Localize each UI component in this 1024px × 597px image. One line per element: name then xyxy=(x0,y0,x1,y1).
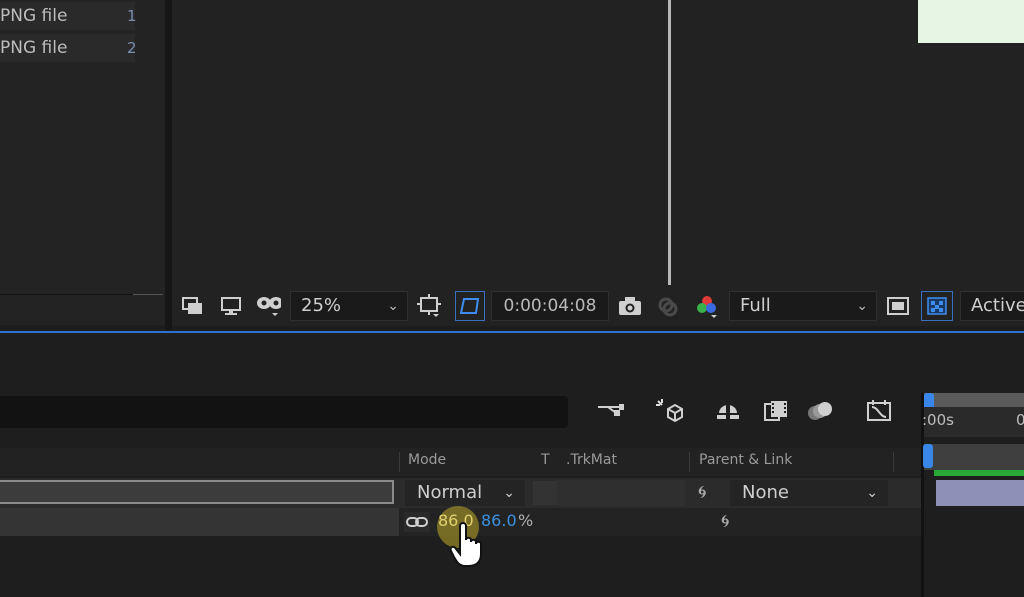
comp-flowchart-icon[interactable] xyxy=(593,396,627,426)
composition-layer-preview xyxy=(918,0,1024,43)
link-icon[interactable] xyxy=(404,512,430,532)
resolution-dropdown[interactable]: Full ⌄ xyxy=(729,291,877,321)
chevron-down-icon: ⌄ xyxy=(387,298,399,314)
time-navigator[interactable] xyxy=(924,393,1024,407)
project-item-type: PNG file xyxy=(0,6,68,26)
project-item-number: 2 xyxy=(127,39,137,57)
transparency-grid-icon[interactable] xyxy=(921,291,953,321)
snapshot-icon[interactable] xyxy=(617,293,643,319)
pickwhip-icon[interactable]: 🌀︎ xyxy=(698,482,706,503)
blend-mode-dropdown[interactable]: Normal ⌄ xyxy=(405,480,525,506)
track-matte-field[interactable] xyxy=(557,480,685,506)
composition-frame-edge xyxy=(668,0,671,285)
fast-preview-icon[interactable] xyxy=(885,293,911,319)
project-panel: PNG file 1 PNG file 2 xyxy=(0,0,165,325)
parent-value: None xyxy=(742,482,789,503)
magnification-value: 25% xyxy=(301,295,342,316)
ruler-time-label: 0 xyxy=(1016,411,1024,429)
project-item[interactable]: PNG file 1 xyxy=(0,2,137,30)
ruler-time-label: :00s xyxy=(922,411,954,429)
project-item-type: PNG file xyxy=(0,38,68,58)
graph-editor-icon[interactable] xyxy=(862,396,896,426)
blend-mode-value: Normal xyxy=(417,482,483,503)
column-divider[interactable] xyxy=(399,452,400,472)
layer-duration-bar[interactable] xyxy=(936,480,1024,506)
current-time-display[interactable]: 0:00:04:08 xyxy=(491,291,609,321)
scale-unit: % xyxy=(518,511,534,530)
parent-dropdown[interactable]: None ⌄ xyxy=(730,480,888,506)
motion-blur-icon[interactable] xyxy=(803,396,837,426)
resolution-value: Full xyxy=(740,295,771,316)
work-area-bar[interactable] xyxy=(924,444,1024,470)
pickwhip-icon[interactable]: 🌀︎ xyxy=(721,511,729,532)
channel-icon[interactable] xyxy=(694,293,720,319)
monitor-icon[interactable] xyxy=(218,293,244,319)
column-header-trkmat[interactable]: .TrkMat xyxy=(566,452,617,468)
show-snapshot-icon[interactable] xyxy=(655,293,681,319)
frame-blending-icon[interactable] xyxy=(759,396,793,426)
column-header-t[interactable]: T xyxy=(541,452,550,468)
preserve-transparency-toggle[interactable] xyxy=(533,481,557,505)
property-name-area[interactable] xyxy=(0,508,399,536)
chevron-down-icon: ⌄ xyxy=(503,485,515,501)
project-item-number: 1 xyxy=(127,7,137,25)
column-divider[interactable] xyxy=(689,452,690,472)
resolution-grid-icon[interactable] xyxy=(417,293,443,319)
magnification-dropdown[interactable]: 25% ⌄ xyxy=(290,291,408,321)
column-divider[interactable] xyxy=(893,452,894,472)
navigator-start-handle[interactable] xyxy=(924,393,934,407)
camera-value: Active xyxy=(971,295,1024,316)
render-cache-bar xyxy=(934,470,1024,476)
mask-icon[interactable] xyxy=(255,293,281,319)
camera-dropdown[interactable]: Active xyxy=(960,291,1024,321)
column-header-parent[interactable]: Parent & Link xyxy=(699,452,792,468)
layer-name-field[interactable] xyxy=(0,480,394,504)
chevron-down-icon: ⌄ xyxy=(856,298,868,314)
always-preview-icon[interactable] xyxy=(180,293,206,319)
hand-cursor-icon xyxy=(449,520,490,572)
project-item[interactable]: PNG file 2 xyxy=(0,34,137,62)
shy-layer-icon[interactable] xyxy=(711,396,745,426)
project-footer-divider xyxy=(133,294,163,295)
current-time-indicator[interactable] xyxy=(923,444,933,468)
column-header-mode[interactable]: Mode xyxy=(408,452,446,468)
composition-viewer[interactable] xyxy=(172,0,1024,288)
chevron-down-icon: ⌄ xyxy=(866,485,878,501)
panel-divider[interactable] xyxy=(165,0,172,330)
layer-search-input[interactable] xyxy=(0,396,568,428)
draft-3d-icon[interactable] xyxy=(652,396,686,426)
region-of-interest-icon[interactable] xyxy=(455,291,485,321)
